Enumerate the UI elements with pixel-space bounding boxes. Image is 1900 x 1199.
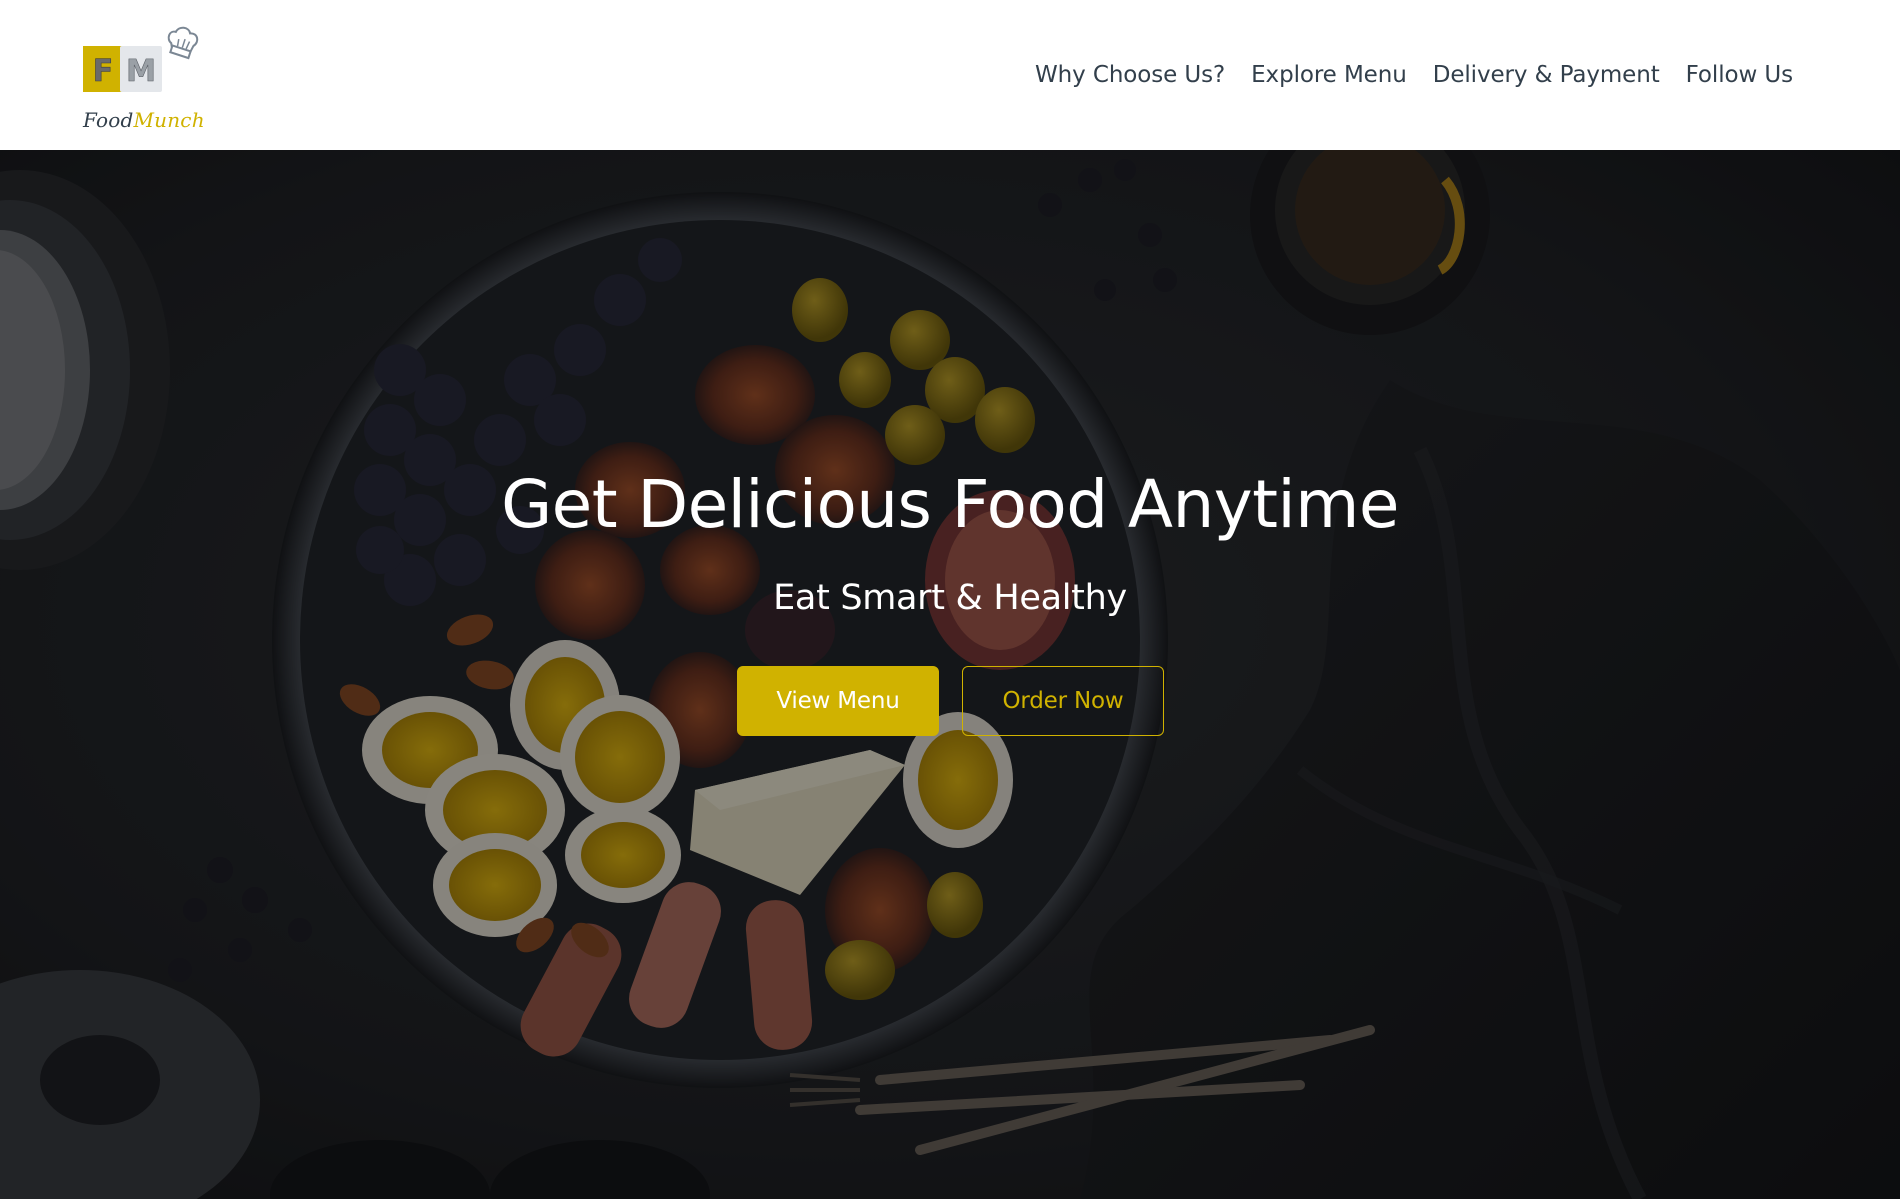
nav-link-follow-us[interactable]: Follow Us <box>1673 62 1806 88</box>
hero-subtitle: Eat Smart & Healthy <box>773 578 1127 618</box>
nav-link-why-choose-us[interactable]: Why Choose Us? <box>1022 62 1238 88</box>
logo-name-part2: Munch <box>133 108 205 132</box>
hero-section: Get Delicious Food Anytime Eat Smart & H… <box>0 150 1900 1199</box>
nav-link-explore-menu[interactable]: Explore Menu <box>1238 62 1420 88</box>
logo-letter-m: M <box>126 54 156 89</box>
nav-links: Why Choose Us? Explore Menu Delivery & P… <box>1022 58 1806 92</box>
navbar: F M FoodMunch Why Choose Us? Explore Men… <box>0 0 1900 150</box>
logo-letter-f: F <box>93 54 114 89</box>
foodmunch-logo[interactable]: F M FoodMunch <box>80 24 210 134</box>
logo-caption: FoodMunch <box>83 108 205 132</box>
chef-hat-icon <box>167 26 199 60</box>
hero-content: Get Delicious Food Anytime Eat Smart & H… <box>0 150 1900 1199</box>
view-menu-button[interactable]: View Menu <box>737 666 939 736</box>
nav-link-delivery-payment[interactable]: Delivery & Payment <box>1420 62 1673 88</box>
order-now-button[interactable]: Order Now <box>962 666 1164 736</box>
hero-title: Get Delicious Food Anytime <box>501 466 1399 543</box>
logo-mark: F M <box>83 26 199 92</box>
logo-name-part1: Food <box>83 108 134 132</box>
